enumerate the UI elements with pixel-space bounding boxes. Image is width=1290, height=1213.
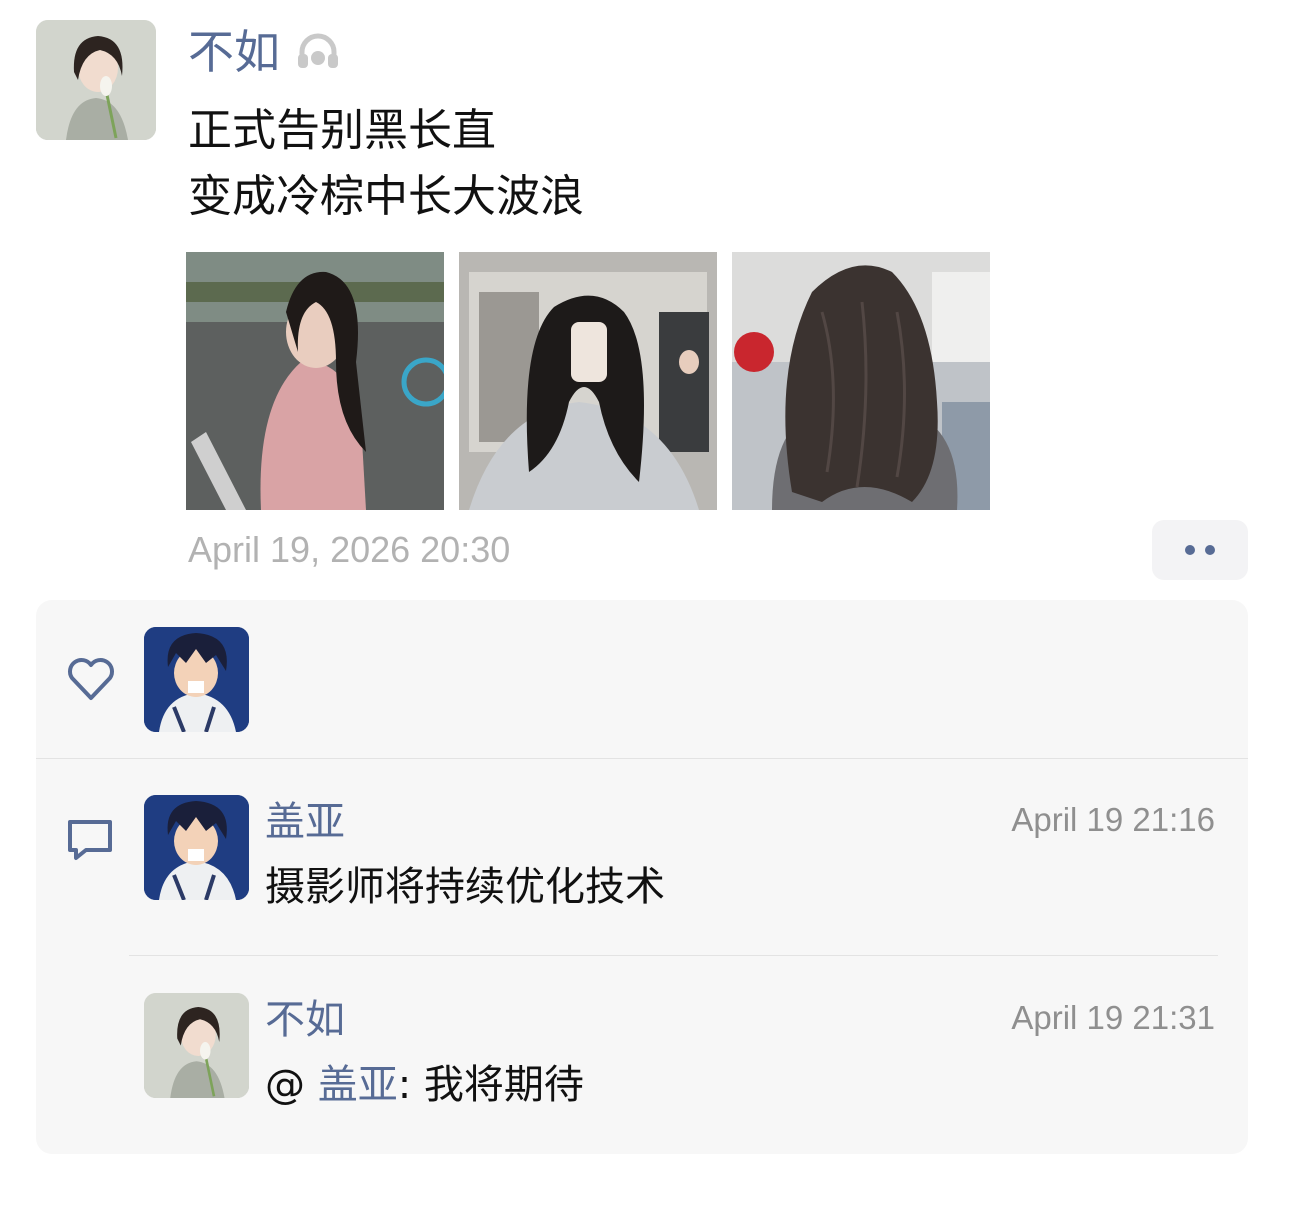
section-divider <box>36 758 1248 759</box>
mention-separator: : <box>397 1062 424 1108</box>
mention-username[interactable]: 盖亚 <box>318 1062 398 1108</box>
comment-bubble-icon <box>66 818 114 862</box>
comment-avatar[interactable] <box>144 993 249 1098</box>
post-timestamp: April 19, 2026 20:30 <box>188 529 511 570</box>
headphones-icon <box>294 28 342 76</box>
comment-text[interactable]: @ 盖亚: 我将期待 <box>265 1060 584 1110</box>
mention-prefix: @ <box>265 1062 318 1108</box>
author-avatar[interactable] <box>36 20 156 140</box>
author-name[interactable]: 不如 <box>188 24 280 80</box>
comment-time: April 19 21:16 <box>1011 801 1215 838</box>
photo-back-hair[interactable] <box>732 252 990 510</box>
post-text: 正式告别黑长直 变成冷棕中长大波浪 <box>188 98 584 230</box>
more-button[interactable] <box>1152 520 1248 580</box>
photo-street[interactable] <box>186 252 444 510</box>
post-text-line: 变成冷棕中长大波浪 <box>188 171 584 222</box>
more-dots-icon <box>1185 545 1195 555</box>
post-text-line: 正式告别黑长直 <box>188 105 496 156</box>
reply-text: 我将期待 <box>423 1062 584 1108</box>
like-avatar[interactable] <box>144 627 249 732</box>
comment-time: April 19 21:31 <box>1011 999 1215 1036</box>
comment-text[interactable]: 摄影师将持续优化技术 <box>265 862 665 912</box>
more-dots-icon <box>1205 545 1215 555</box>
comment-avatar[interactable] <box>144 795 249 900</box>
heart-icon <box>66 656 116 702</box>
comment-username[interactable]: 不如 <box>265 995 345 1045</box>
photo-mirror-selfie[interactable] <box>459 252 717 510</box>
comment-divider <box>129 955 1218 956</box>
comment-username[interactable]: 盖亚 <box>265 797 345 847</box>
